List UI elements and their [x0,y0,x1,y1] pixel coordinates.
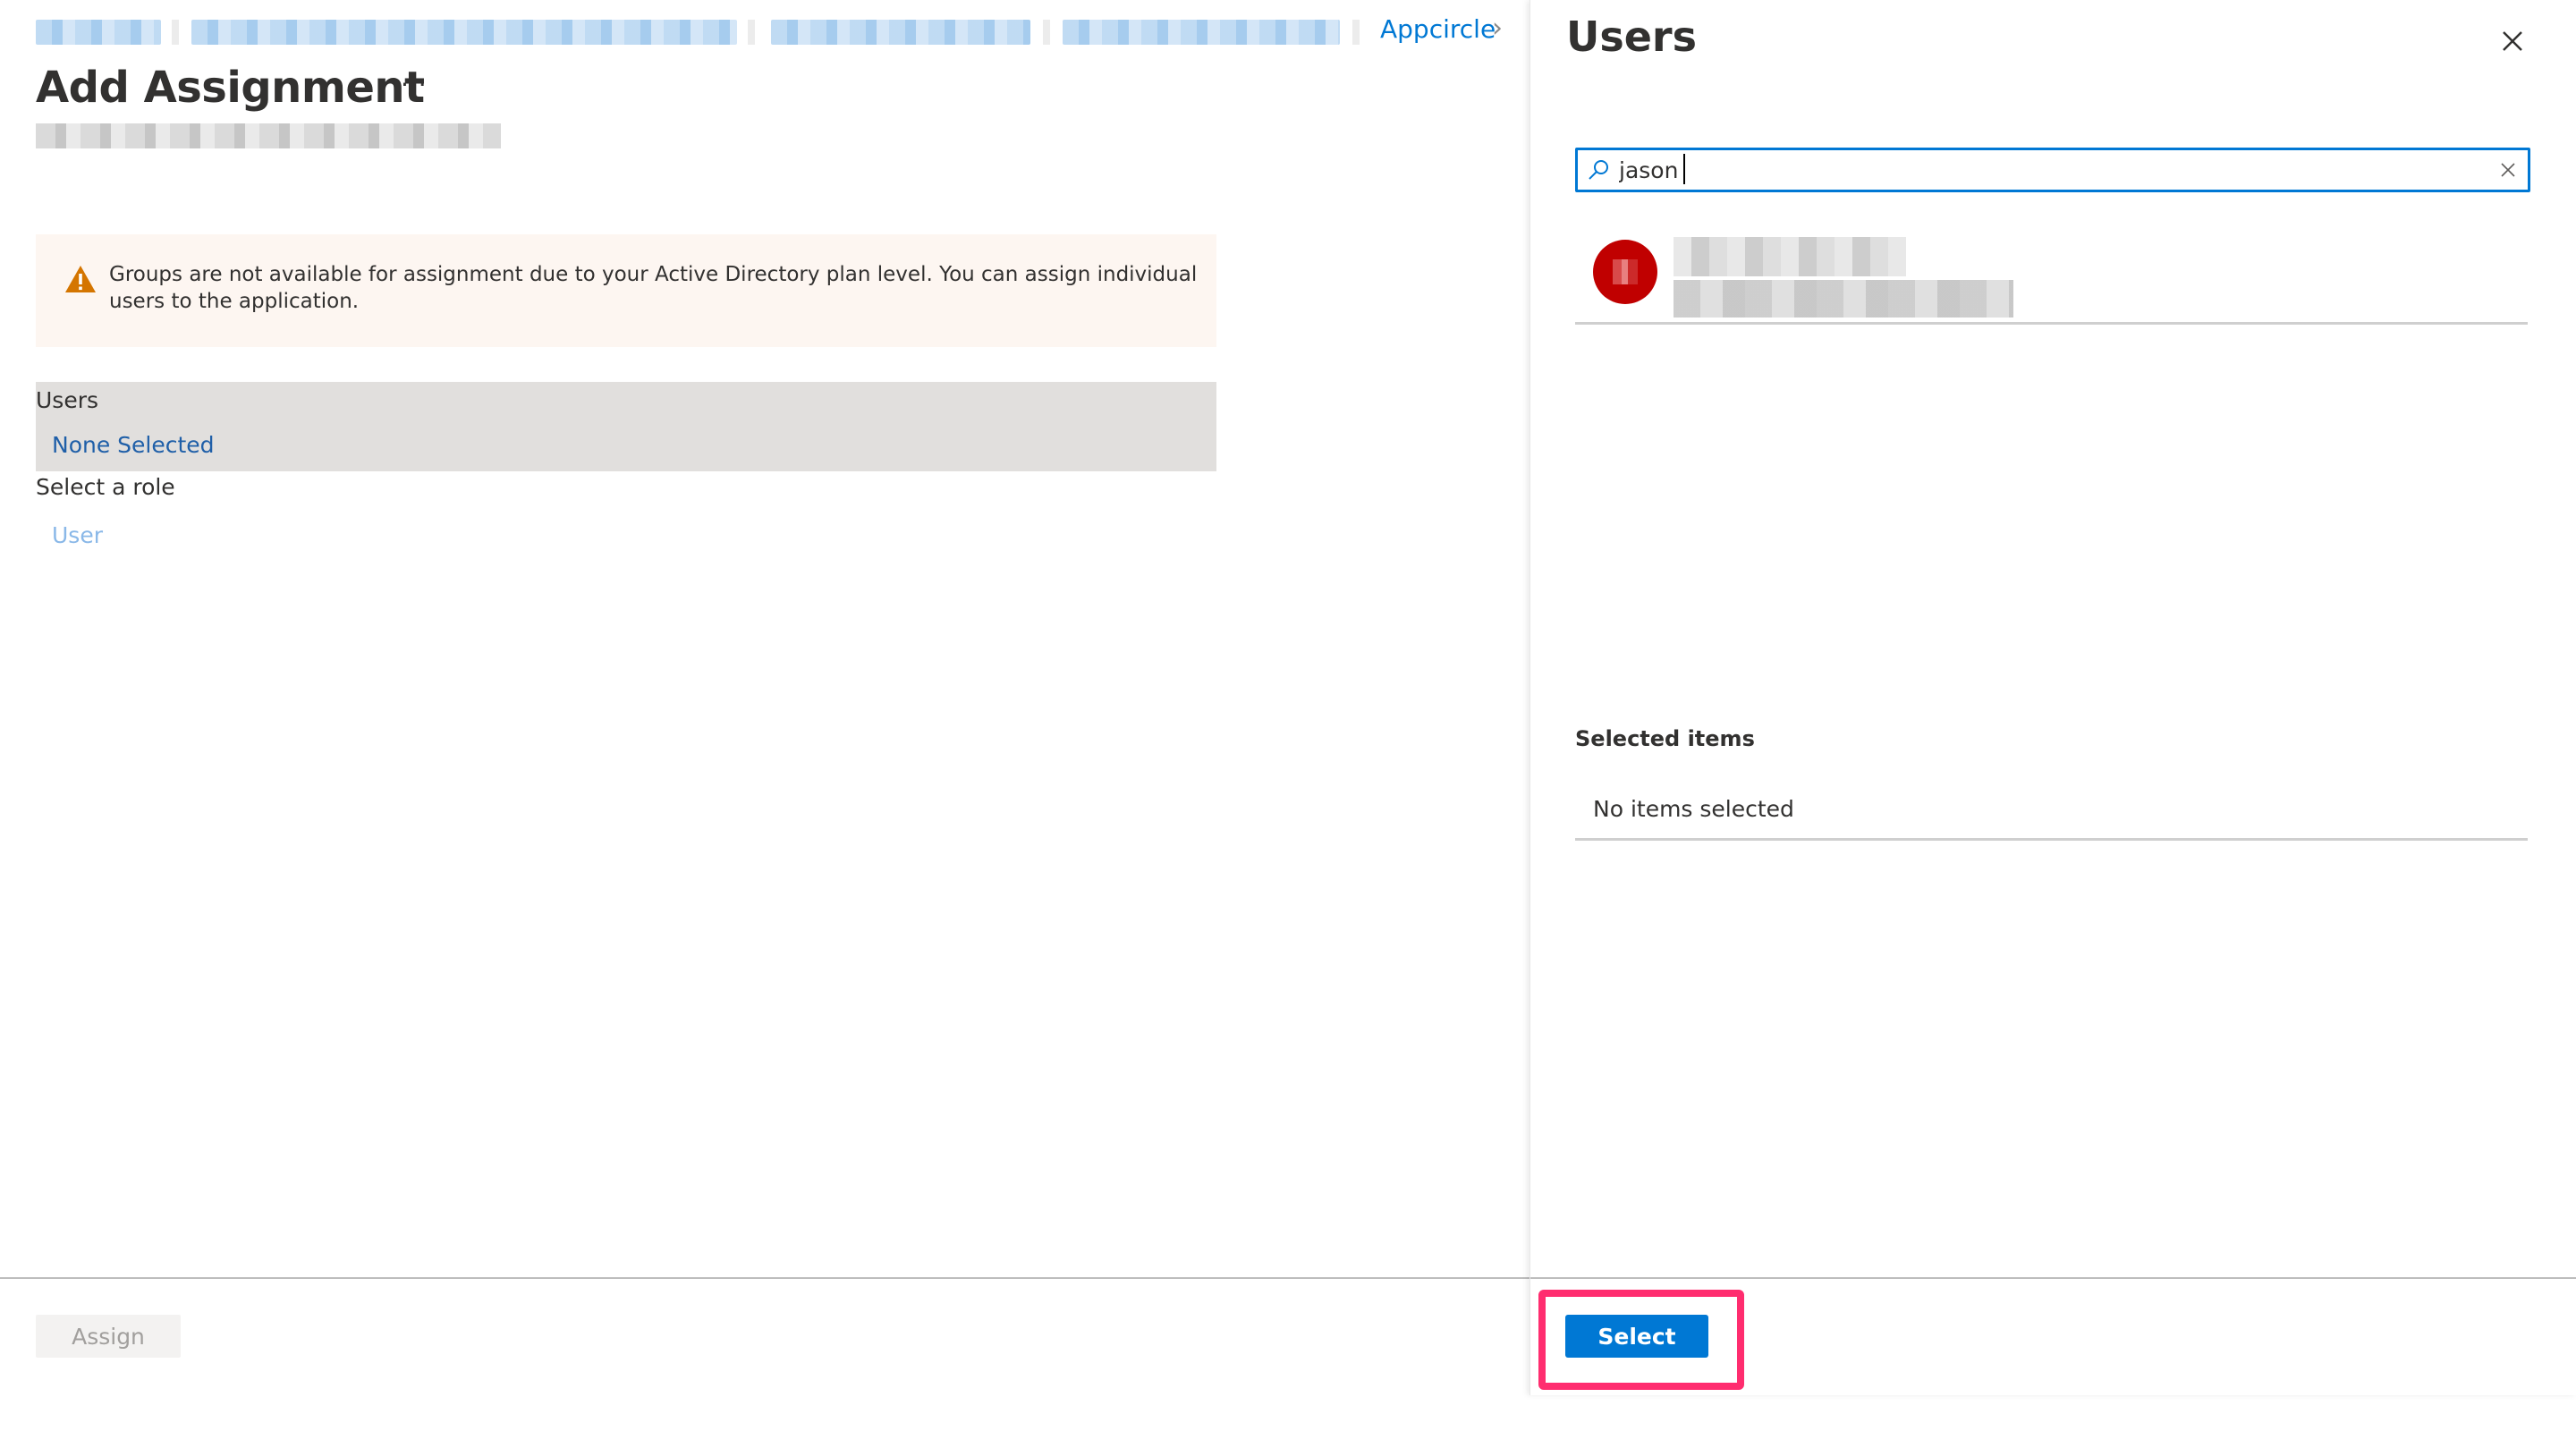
breadcrumb-item-redacted-1[interactable] [36,20,161,45]
users-panel: Users Selected items No items selected [1530,0,2576,1395]
panel-footer-divider [1530,1277,2576,1279]
breadcrumb-item-redacted-2[interactable] [191,20,737,45]
search-icon [1589,160,1608,180]
breadcrumb-separator [1352,20,1360,45]
result-name-redacted [1674,237,1906,276]
role-user-link[interactable]: User [52,522,103,548]
avatar-initials-redacted [1613,259,1638,284]
selected-items-empty: No items selected [1593,796,1794,822]
warning-text: Groups are not available for assignment … [109,263,1198,313]
users-label: Users [36,387,99,413]
breadcrumb-separator [1043,20,1050,45]
avatar [1593,240,1657,304]
breadcrumb-separator [748,20,755,45]
search-result-item[interactable] [1575,219,2528,325]
breadcrumb-item-appcircle[interactable]: Appcircle [1380,14,1496,44]
warning-icon [65,266,96,292]
assign-button[interactable]: Assign [36,1315,181,1358]
panel-title: Users [1566,13,1697,61]
text-caret [1683,154,1685,184]
breadcrumb-item-redacted-3[interactable] [771,20,1030,45]
page-subtitle-redacted [36,123,501,148]
page-title: Add Assignment [36,63,425,113]
users-field[interactable]: Users None Selected [36,382,1216,471]
role-label: Select a role [36,474,175,500]
breadcrumb-item-redacted-4[interactable] [1063,20,1340,45]
search-box[interactable] [1575,148,2530,192]
search-input[interactable] [1619,154,2460,186]
breadcrumb-separator [172,20,179,45]
chevron-right-icon: › [1492,13,1503,44]
clear-icon[interactable] [2497,159,2519,181]
users-none-selected-link[interactable]: None Selected [52,432,215,458]
selected-items-title: Selected items [1575,726,1755,751]
selected-items-divider [1575,838,2528,841]
warning-banner: Groups are not available for assignment … [36,234,1216,347]
more-options-button[interactable]: ··· [401,70,428,99]
close-icon[interactable] [2495,23,2530,59]
footer-divider [0,1277,1530,1279]
result-email-redacted [1674,280,2013,318]
select-button[interactable]: Select [1565,1315,1708,1358]
